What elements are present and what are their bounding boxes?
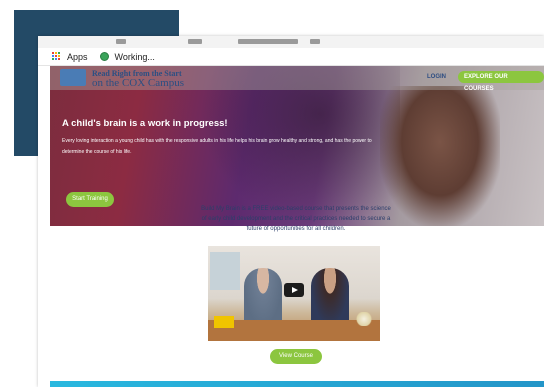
bookmark-working[interactable]: Working... <box>115 52 155 62</box>
view-course-button[interactable]: View Course <box>270 349 322 364</box>
course-intro-text: Build My Brain is a FREE video-based cou… <box>201 206 391 232</box>
video-player[interactable] <box>208 246 380 341</box>
hero-photo-child <box>380 86 500 226</box>
login-link[interactable]: LOGIN <box>427 74 446 80</box>
url-fragment <box>238 39 298 44</box>
video-presenter-1 <box>244 268 282 326</box>
url-fragment <box>310 39 320 44</box>
video-flowers <box>355 312 373 326</box>
browser-window: Apps Working... Read Right from the Star… <box>38 36 544 387</box>
hero-headline: A child's brain is a work in progress! <box>62 118 228 129</box>
bookmarks-bar: Apps Working... <box>38 48 544 66</box>
play-icon[interactable] <box>284 283 304 297</box>
footer-strip <box>50 381 544 387</box>
video-background-window <box>210 252 240 290</box>
url-fragment <box>188 39 202 44</box>
bookmark-apps[interactable]: Apps <box>67 52 88 62</box>
explore-courses-button[interactable]: EXPLORE OUR COURSES <box>458 71 544 92</box>
video-presenter-2 <box>311 268 349 326</box>
book-logo-icon[interactable] <box>60 69 86 86</box>
hero-body-text: Every loving interaction a young child h… <box>62 138 372 155</box>
apps-grid-icon[interactable] <box>52 52 61 61</box>
video-toys <box>214 316 234 328</box>
hero-banner: Read Right from the Start on the COX Cam… <box>50 66 544 226</box>
site-header: Read Right from the Start on the COX Cam… <box>50 66 544 92</box>
start-training-button[interactable]: Start Training <box>66 192 114 207</box>
url-fragment <box>116 39 126 44</box>
logo-line-2[interactable]: on the COX Campus <box>92 77 184 89</box>
globe-icon <box>99 52 109 61</box>
